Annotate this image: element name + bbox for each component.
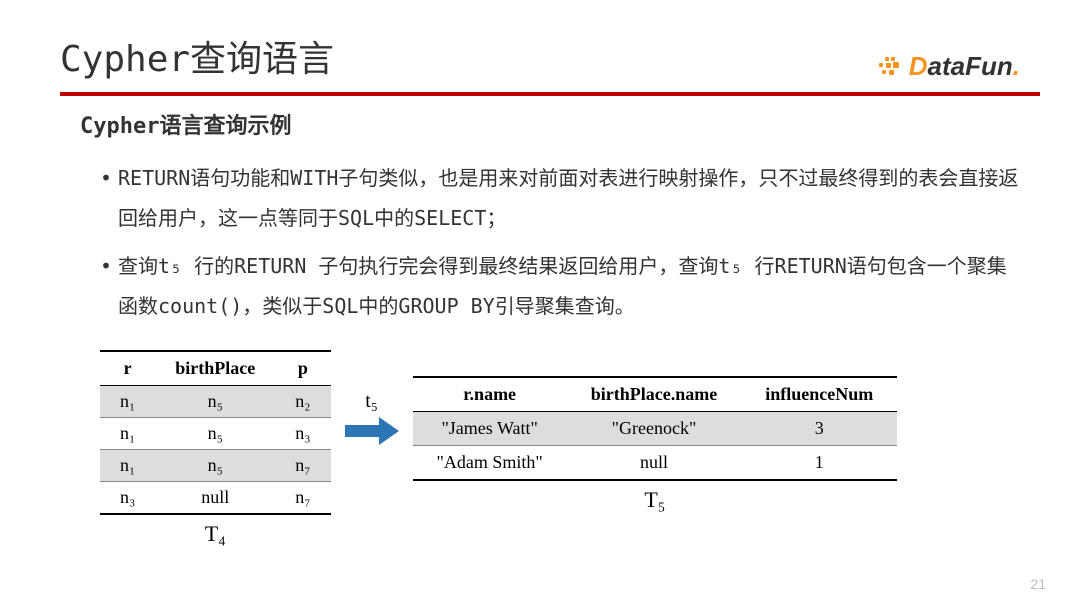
table-row: n₁ n₅ n₇ [100,450,331,482]
cell: n₅ [155,386,275,418]
t5-header: birthPlace.name [567,377,741,412]
table-t5-caption: T₅ [644,487,665,513]
table-t4-caption: T₄ [205,521,226,547]
cell: n₅ [155,450,275,482]
tables-area: r birthPlace p n₁ n₅ n₂ n₁ n₅ n₃ [80,350,1020,547]
table-t5-block: r.name birthPlace.name influenceNum "Jam… [413,376,898,513]
table-row: "James Watt" "Greenock" 3 [413,412,898,446]
cell: n₁ [100,450,155,482]
cell: n₃ [100,482,155,515]
cell: null [155,482,275,515]
logo-rest: ataFun [928,51,1013,81]
table-t4-block: r birthPlace p n₁ n₅ n₂ n₁ n₅ n₃ [100,350,331,547]
cell: "Greenock" [567,412,741,446]
t5-header: r.name [413,377,567,412]
content-area: Cypher语言查询示例 RETURN语句功能和WITH子句类似，也是用来对前面… [0,96,1080,547]
page-number: 21 [1030,576,1046,592]
table-row: n₁ n₅ n₂ [100,386,331,418]
cell: n₇ [275,450,330,482]
cell: n₂ [275,386,330,418]
table-t4: r birthPlace p n₁ n₅ n₂ n₁ n₅ n₃ [100,350,331,515]
t4-header: p [275,351,330,386]
cell: n₅ [155,418,275,450]
datafun-logo: DataFun. [877,51,1020,82]
t5-header: influenceNum [741,377,897,412]
header: Cypher查询语言 DataFun. [0,0,1080,92]
t4-header: r [100,351,155,386]
cell: "Adam Smith" [413,446,567,481]
bullet-list: RETURN语句功能和WITH子句类似，也是用来对前面对表进行映射操作，只不过最… [80,158,1020,326]
table-row: n₁ n₅ n₃ [100,418,331,450]
cell: n₁ [100,386,155,418]
cell: n₇ [275,482,330,515]
table-t5: r.name birthPlace.name influenceNum "Jam… [413,376,898,481]
cell: n₁ [100,418,155,450]
logo-dots-icon [877,57,903,77]
page-title: Cypher查询语言 [60,30,334,82]
logo-dot: . [1013,51,1020,81]
table-row: n₃ null n₇ [100,482,331,515]
arrow-right-icon [345,417,399,445]
arrow-label: t₅ [365,390,378,413]
cell: "James Watt" [413,412,567,446]
t4-header: birthPlace [155,351,275,386]
cell: null [567,446,741,481]
subtitle: Cypher语言查询示例 [80,108,1020,140]
arrow-block: t₅ [345,390,399,445]
bullet-item: RETURN语句功能和WITH子句类似，也是用来对前面对表进行映射操作，只不过最… [100,158,1020,238]
cell: 1 [741,446,897,481]
cell: 3 [741,412,897,446]
logo-letter-d: D [909,51,928,81]
cell: n₃ [275,418,330,450]
table-row: "Adam Smith" null 1 [413,446,898,481]
bullet-item: 查询t₅ 行的RETURN 子句执行完会得到最终结果返回给用户，查询t₅ 行RE… [100,246,1020,326]
